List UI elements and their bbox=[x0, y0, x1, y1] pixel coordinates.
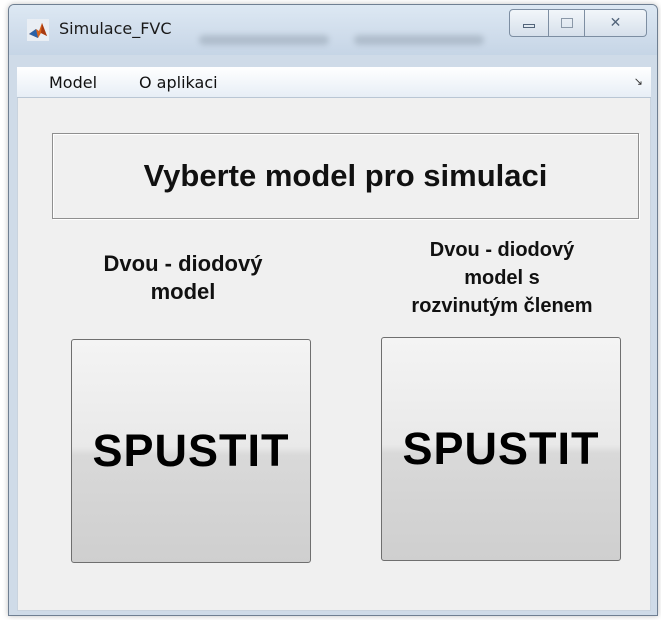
maximize-icon bbox=[560, 18, 573, 28]
menu-item-model[interactable]: Model bbox=[49, 73, 97, 92]
right-model-title-line1: Dvou - diodový bbox=[429, 239, 575, 261]
run-button-label: SPUSTIT bbox=[402, 423, 600, 474]
maximize-button[interactable] bbox=[549, 9, 585, 37]
close-icon: ✕ bbox=[609, 15, 622, 31]
menu-item-about[interactable]: O aplikaci bbox=[139, 73, 218, 92]
menu-overflow-arrow-icon[interactable]: ↘ bbox=[634, 75, 643, 88]
run-two-diode-button[interactable]: SPUSTIT bbox=[71, 339, 311, 563]
left-model-title-line1: Dvou - diodový bbox=[103, 251, 263, 276]
right-model-title-line2: model s bbox=[464, 267, 540, 289]
blurred-background-text bbox=[354, 35, 484, 45]
left-model-title: Dvou - diodový model bbox=[68, 250, 298, 305]
window-title: Simulace_FVC bbox=[59, 19, 172, 38]
run-button-label: SPUSTIT bbox=[92, 425, 290, 476]
left-model-title-line2: model bbox=[150, 278, 216, 304]
minimize-icon bbox=[523, 24, 535, 28]
right-model-title: Dvou - diodový model s rozvinutým členem bbox=[373, 236, 631, 320]
client-area: Vyberte model pro simulaci Dvou - diodov… bbox=[17, 98, 651, 611]
page-title: Vyberte model pro simulaci bbox=[143, 158, 548, 193]
blurred-background-text bbox=[199, 35, 329, 45]
right-model-title-line3: rozvinutým členem bbox=[411, 295, 593, 317]
matlab-app-icon bbox=[27, 19, 49, 41]
title-bar[interactable]: Simulace_FVC ✕ bbox=[9, 5, 657, 55]
close-button[interactable]: ✕ bbox=[585, 9, 647, 37]
minimize-button[interactable] bbox=[509, 9, 549, 37]
run-extended-model-button[interactable]: SPUSTIT bbox=[381, 337, 621, 561]
header-panel: Vyberte model pro simulaci bbox=[52, 133, 639, 219]
window-controls: ✕ bbox=[509, 9, 647, 37]
menu-bar: Model O aplikaci ↘ bbox=[17, 67, 651, 98]
app-window: Simulace_FVC ✕ Model O aplikaci ↘ Vybert… bbox=[8, 4, 658, 616]
